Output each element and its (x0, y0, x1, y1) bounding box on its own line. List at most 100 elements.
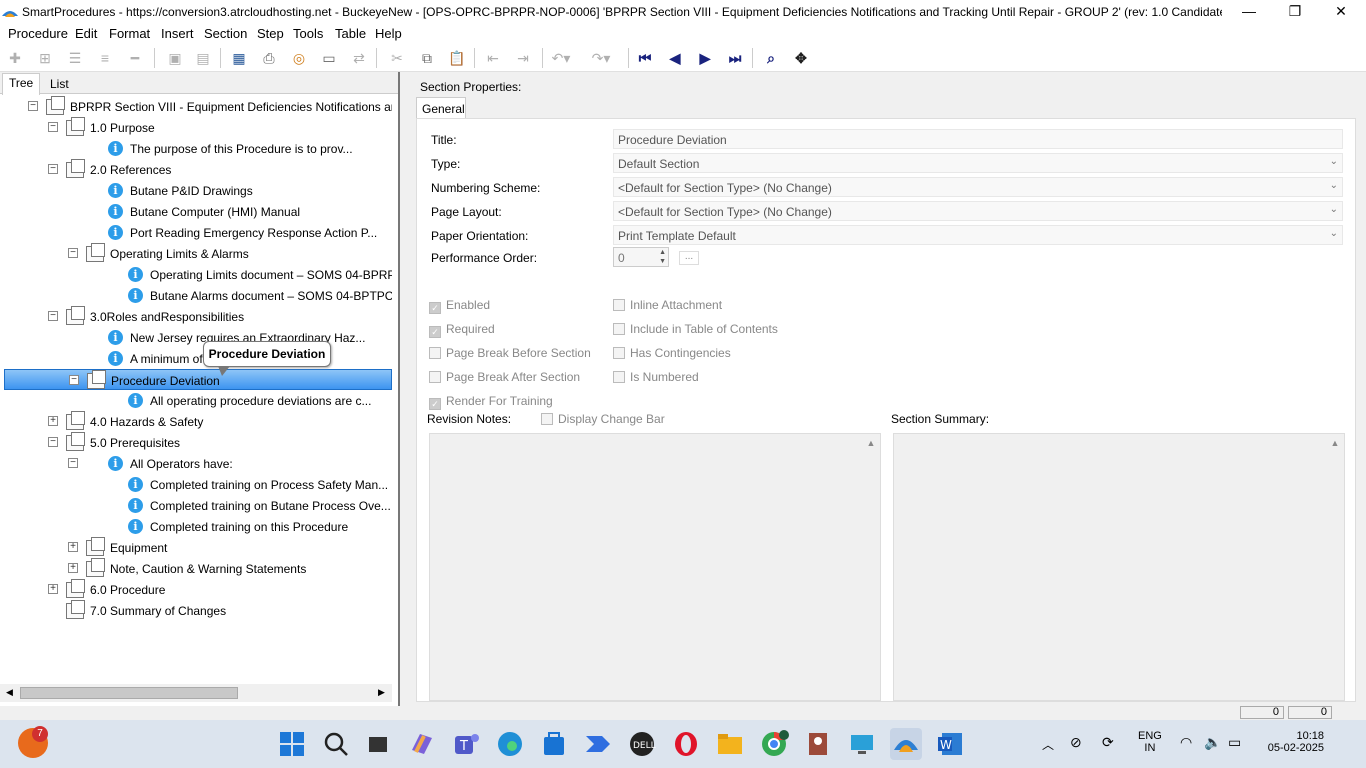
contacts-app-icon[interactable] (802, 728, 834, 760)
option-checkbox[interactable]: Is Numbered (613, 370, 699, 384)
teams-icon[interactable]: T (450, 728, 482, 760)
paste-icon[interactable]: 📋 (446, 48, 468, 68)
tree-node[interactable]: i Butane Computer (HMI) Manual (0, 201, 392, 222)
store-icon[interactable] (538, 728, 570, 760)
opera-icon[interactable] (670, 728, 702, 760)
tree-node[interactable]: − i All Operators have: (0, 453, 392, 474)
expand-icon[interactable]: + (68, 563, 78, 573)
option-checkbox[interactable]: Has Contingencies (613, 346, 731, 360)
menu-insert[interactable]: Insert (161, 26, 194, 41)
collapse-icon[interactable]: − (48, 311, 58, 321)
first-icon[interactable]: ⏮ (634, 48, 656, 68)
menu-procedure[interactable]: Procedure (8, 26, 68, 41)
window-icon[interactable]: ▭ (318, 48, 340, 68)
indent-icon[interactable]: ⇥ (512, 48, 534, 68)
expand-icon[interactable]: + (48, 584, 58, 594)
menu-edit[interactable]: Edit (75, 26, 97, 41)
tree-node[interactable]: i Completed training on this Procedure (0, 516, 392, 537)
list-icon[interactable]: ☰ (64, 48, 86, 68)
chevron-down-icon[interactable]: ⌄ (1330, 228, 1338, 239)
tab-general[interactable]: General (416, 97, 466, 119)
section-summary-textarea[interactable]: ▲ (893, 433, 1345, 701)
search-icon[interactable] (320, 728, 352, 760)
save-all-icon[interactable]: ▤ (192, 48, 214, 68)
tab-list[interactable]: List (44, 75, 75, 93)
export-icon[interactable]: ▦ (228, 48, 250, 68)
tree-node[interactable]: i Butane Alarms document – SOMS 04-BPTPC-… (0, 285, 392, 306)
chevron-down-icon[interactable]: ⌄ (1330, 156, 1338, 167)
collapse-icon[interactable]: − (68, 458, 78, 468)
copy-icon[interactable]: ⧉ (416, 48, 438, 68)
spinner-icon[interactable]: ▲ ▼ (659, 248, 666, 266)
word-icon[interactable]: W (934, 728, 966, 760)
undo-icon[interactable]: ↶▾ (550, 48, 572, 68)
wifi-icon[interactable]: ◠ (1180, 734, 1192, 751)
move-icon[interactable]: ✥ (790, 48, 812, 68)
scroll-left-icon[interactable]: ◀ (6, 687, 13, 698)
scroll-up-icon[interactable]: ▲ (1326, 438, 1344, 448)
remote-desktop-icon[interactable] (846, 728, 878, 760)
remove-icon[interactable]: ━ (124, 48, 146, 68)
tree-node[interactable]: + Note, Caution & Warning Statements (0, 558, 392, 579)
tree-node[interactable]: − 2.0 References (0, 159, 392, 180)
collapse-icon[interactable]: − (48, 122, 58, 132)
field-dropdown[interactable]: Print Template Default ⌄ (613, 225, 1343, 245)
volume-icon[interactable]: 🔈 (1204, 734, 1221, 751)
tree-node[interactable]: i Completed training on Process Safety Ma… (0, 474, 392, 495)
next-icon[interactable]: ▶ (694, 48, 716, 68)
option-checkbox[interactable]: Inline Attachment (613, 298, 722, 312)
find-icon[interactable]: ⌕ (760, 48, 782, 68)
revision-notes-textarea[interactable]: ▲ (429, 433, 881, 701)
expand-icon[interactable]: + (68, 542, 78, 552)
dell-icon[interactable]: DELL (626, 728, 658, 760)
network-off-icon[interactable]: ⊘ (1070, 734, 1082, 751)
scroll-right-icon[interactable]: ▶ (378, 687, 385, 698)
tree-node[interactable]: i New Jersey requires an Extraordinary Ha… (0, 327, 392, 348)
tree-node[interactable]: − Operating Limits & Alarms (0, 243, 392, 264)
display-change-bar-checkbox[interactable]: Display Change Bar (541, 412, 665, 426)
chevron-down-icon[interactable]: ⌄ (1330, 204, 1338, 215)
language-indicator[interactable]: ENG IN (1138, 730, 1162, 754)
smartprocedures-taskbar-icon[interactable] (890, 728, 922, 760)
expand-icon[interactable]: + (48, 416, 58, 426)
print-icon[interactable]: ⎙ (258, 48, 280, 68)
option-checkbox[interactable]: ✓ Render For Training (429, 394, 553, 410)
field-input[interactable]: Procedure Deviation (613, 129, 1343, 149)
weather-icon[interactable]: 7 (18, 726, 48, 758)
collapse-icon[interactable]: − (68, 248, 78, 258)
collapse-icon[interactable]: − (48, 164, 58, 174)
option-checkbox[interactable]: Include in Table of Contents (613, 322, 778, 336)
tab-tree[interactable]: Tree (2, 73, 41, 95)
copilot-icon[interactable] (406, 728, 438, 760)
battery-icon[interactable]: ▭ (1228, 734, 1241, 751)
tree-node[interactable]: − Procedure Deviation (4, 369, 392, 390)
task-view-icon[interactable] (362, 728, 394, 760)
horizontal-scrollbar[interactable]: ◀ ▶ (0, 684, 392, 702)
option-checkbox[interactable]: Page Break After Section (429, 370, 580, 384)
redo-icon[interactable]: ↷▾ (590, 48, 612, 68)
windows-start-icon[interactable] (276, 728, 308, 760)
menu-table[interactable]: Table (335, 26, 366, 41)
option-checkbox[interactable]: ✓ Enabled (429, 298, 490, 314)
tree-node[interactable]: − 5.0 Prerequisites (0, 432, 392, 453)
field-dropdown[interactable]: <Default for Section Type> (No Change) ⌄ (613, 201, 1343, 221)
option-checkbox[interactable]: ✓ Required (429, 322, 495, 338)
procedure-tree[interactable]: − BPRPR Section VIII - Equipment Deficien… (0, 94, 392, 684)
clock[interactable]: 10:18 05-02-2025 (1260, 730, 1324, 754)
tree-node[interactable]: − 1.0 Purpose (0, 117, 392, 138)
refresh-icon[interactable]: ⇄ (348, 48, 370, 68)
performance-order-button[interactable]: ... (679, 251, 699, 265)
vertical-scrollbar[interactable]: ▲ (1326, 434, 1344, 700)
tree-node[interactable]: +4.0 Hazards & Safety (0, 411, 392, 432)
menu-step[interactable]: Step (257, 26, 284, 41)
collapse-icon[interactable]: − (69, 375, 79, 385)
edge-icon[interactable] (494, 728, 526, 760)
collapse-icon[interactable]: − (28, 101, 38, 111)
chrome-icon[interactable] (758, 728, 790, 760)
maximize-button[interactable]: ❐ (1272, 0, 1318, 24)
menu-format[interactable]: Format (109, 26, 150, 41)
save-icon[interactable]: ▣ (164, 48, 186, 68)
link-icon[interactable]: ◎ (288, 48, 310, 68)
menu-tools[interactable]: Tools (293, 26, 323, 41)
tree-node[interactable]: i Operating Limits document – SOMS 04-BPR… (0, 264, 392, 285)
